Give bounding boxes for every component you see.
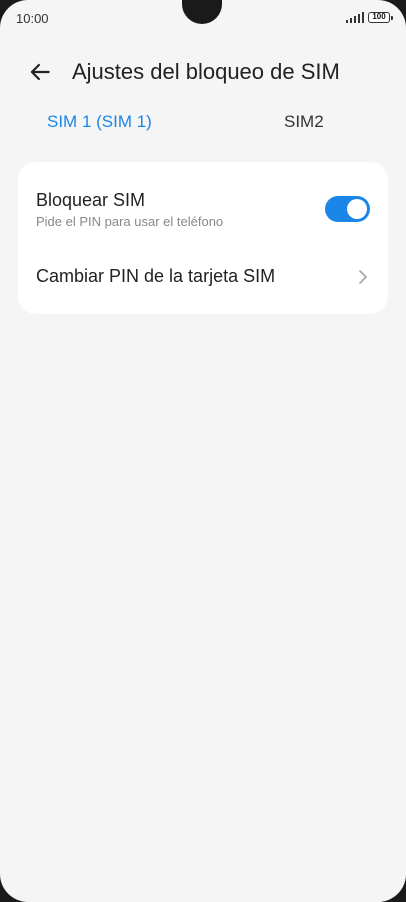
battery-level: 100 <box>372 12 386 21</box>
toggle-knob <box>347 199 367 219</box>
phone-screen: 10:00 100 Ajustes del bloqueo de SIM SIM… <box>0 0 406 902</box>
chevron-right-icon <box>359 270 367 284</box>
page-title: Ajustes del bloqueo de SIM <box>72 59 340 84</box>
settings-card: Bloquear SIM Pide el PIN para usar el te… <box>18 162 388 314</box>
signal-icon <box>345 11 364 23</box>
status-icons: 100 <box>345 11 393 23</box>
lock-sim-toggle[interactable] <box>325 196 370 222</box>
arrow-left-icon <box>30 63 50 81</box>
change-pin-row[interactable]: Cambiar PIN de la tarjeta SIM <box>18 252 388 302</box>
battery-icon: 100 <box>368 11 393 23</box>
app-header: Ajustes del bloqueo de SIM <box>0 52 406 92</box>
change-pin-title: Cambiar PIN de la tarjeta SIM <box>36 266 276 286</box>
status-time: 10:00 <box>16 11 49 26</box>
tab-sim1[interactable]: SIM 1 (SIM 1) <box>47 112 152 132</box>
tab-sim2[interactable]: SIM2 <box>284 112 324 132</box>
back-button[interactable] <box>26 58 54 86</box>
lock-sim-title: Bloquear SIM <box>36 190 146 210</box>
lock-sim-subtitle: Pide el PIN para usar el teléfono <box>36 214 224 229</box>
lock-sim-row[interactable]: Bloquear SIM Pide el PIN para usar el te… <box>18 162 388 240</box>
sim-tabs: SIM 1 (SIM 1) SIM2 <box>0 112 406 144</box>
